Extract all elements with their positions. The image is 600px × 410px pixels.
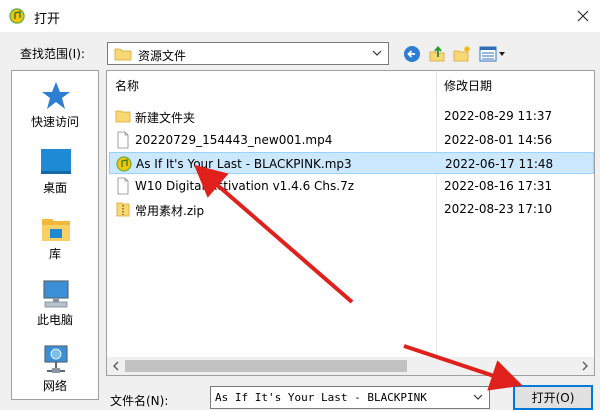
- new-folder-icon: [453, 46, 470, 62]
- view-menu-button[interactable]: [479, 44, 507, 64]
- close-icon: [577, 10, 589, 22]
- list-item-selected[interactable]: As If It's Your Last - BLACKPINK.mp3 202…: [109, 152, 594, 174]
- lookin-combobox[interactable]: 资源文件: [107, 42, 389, 65]
- app-icon: [9, 8, 25, 24]
- audio-file-icon: [116, 156, 132, 172]
- file-date: 2022-08-29 11:37: [444, 109, 553, 123]
- view-menu-icon: [479, 46, 505, 62]
- file-name: As If It's Your Last - BLACKPINK.mp3: [136, 157, 352, 171]
- up-folder-icon: [429, 45, 445, 62]
- horizontal-scrollbar[interactable]: [107, 357, 594, 375]
- filename-label: 文件名(N):: [110, 394, 169, 408]
- place-network[interactable]: 网络: [12, 339, 98, 405]
- file-date: 2022-08-16 17:31: [444, 179, 553, 193]
- file-icon: [117, 131, 129, 149]
- chevron-down-icon[interactable]: [370, 46, 384, 60]
- file-icon: [117, 177, 129, 195]
- zip-file-icon: [116, 202, 130, 217]
- places-bar: 快速访问 桌面 库 此电脑 网络: [11, 70, 99, 400]
- close-button[interactable]: [566, 0, 600, 32]
- column-header-name[interactable]: 名称: [115, 77, 139, 94]
- computer-icon: [43, 280, 69, 308]
- title-bar: 打开: [0, 0, 600, 32]
- back-arrow-icon: [404, 46, 420, 62]
- folder-icon: [115, 110, 131, 123]
- file-name: W10 Digital Activation v1.4.6 Chs.7z: [135, 179, 355, 193]
- folder-icon: [114, 48, 132, 61]
- list-item[interactable]: 新建文件夹 2022-08-29 11:37: [109, 105, 594, 127]
- file-name: 20220729_154443_new001.mp4: [135, 133, 333, 147]
- filename-value: As If It's Your Last - BLACKPINK: [215, 391, 427, 404]
- window-title: 打开: [34, 12, 61, 27]
- place-quick-access[interactable]: 快速访问: [12, 75, 98, 141]
- back-button[interactable]: [402, 44, 422, 64]
- file-date: 2022-06-17 11:48: [445, 157, 554, 171]
- network-icon: [44, 345, 68, 373]
- column-header-date[interactable]: 修改日期: [444, 77, 492, 94]
- scrollbar-thumb[interactable]: [125, 360, 407, 372]
- lookin-label: 查找范围(I):: [20, 47, 85, 61]
- library-icon: [42, 219, 70, 241]
- file-list: 名称 修改日期 新建文件夹 2022-08-29 11:37 20220729_…: [106, 70, 595, 376]
- file-date: 2022-08-23 17:10: [444, 202, 553, 216]
- scroll-right-icon[interactable]: [580, 361, 590, 371]
- place-this-pc[interactable]: 此电脑: [12, 273, 98, 339]
- place-label: 网络: [42, 379, 67, 393]
- column-divider[interactable]: [436, 71, 437, 95]
- up-folder-button[interactable]: [427, 44, 447, 64]
- star-icon: [42, 82, 70, 109]
- place-label: 快速访问: [30, 115, 79, 129]
- file-date: 2022-08-01 14:56: [444, 133, 553, 147]
- file-name: 常用素材.zip: [135, 204, 205, 218]
- new-folder-button[interactable]: [452, 44, 472, 64]
- desktop-icon: [41, 149, 71, 174]
- dialog-body: 查找范围(I): 资源文件 快速访问 桌面 库 此电脑 网络 名称 修改日期 新…: [0, 32, 600, 410]
- scroll-left-icon[interactable]: [111, 361, 121, 371]
- chevron-down-icon[interactable]: [471, 390, 485, 404]
- place-label: 库: [48, 247, 61, 261]
- open-button[interactable]: 打开(O): [513, 385, 593, 410]
- list-item[interactable]: 20220729_154443_new001.mp4 2022-08-01 14…: [109, 129, 594, 151]
- list-header: 名称 修改日期: [107, 71, 594, 95]
- list-item[interactable]: 常用素材.zip 2022-08-23 17:10: [109, 198, 594, 220]
- list-item[interactable]: W10 Digital Activation v1.4.6 Chs.7z 202…: [109, 175, 594, 197]
- place-library[interactable]: 库: [12, 207, 98, 273]
- place-label: 此电脑: [36, 313, 73, 327]
- place-desktop[interactable]: 桌面: [12, 141, 98, 207]
- filename-input[interactable]: As If It's Your Last - BLACKPINK: [210, 386, 490, 409]
- lookin-value: 资源文件: [138, 49, 187, 63]
- place-label: 桌面: [42, 181, 67, 195]
- file-name: 新建文件夹: [135, 111, 196, 125]
